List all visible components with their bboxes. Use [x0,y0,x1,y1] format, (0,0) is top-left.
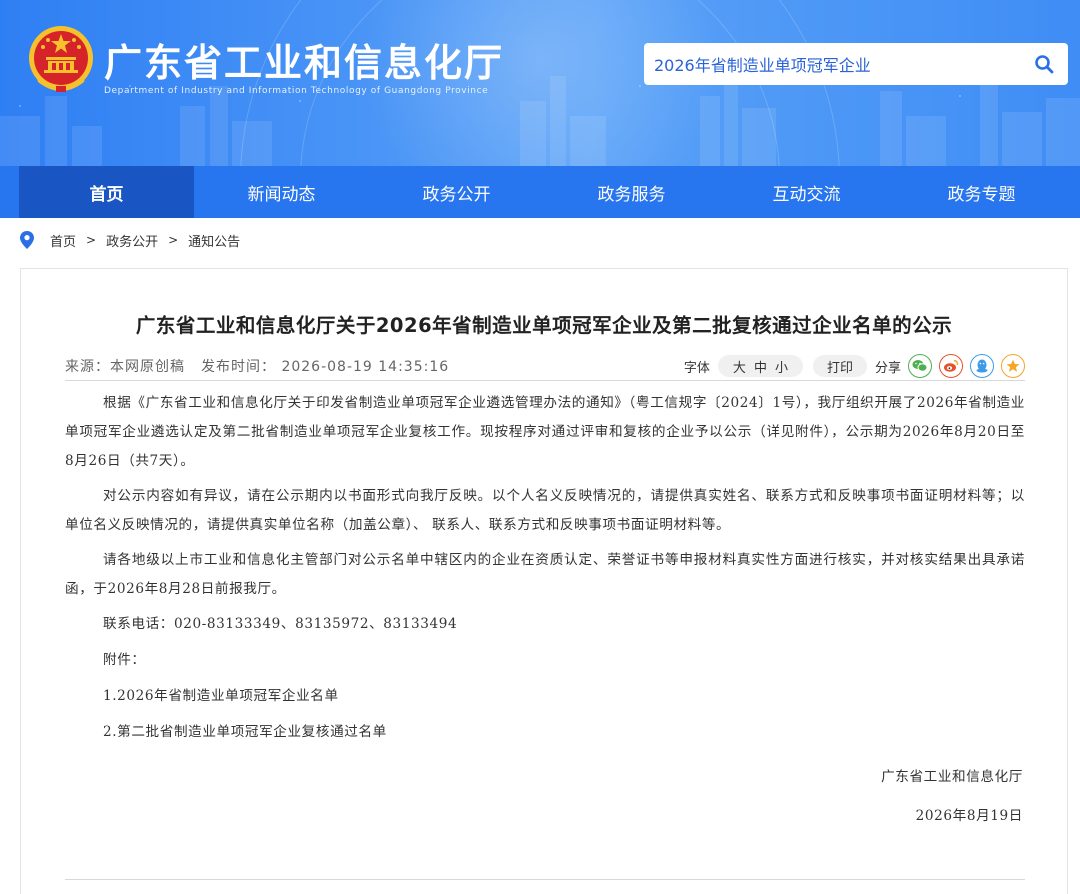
article-tools: 字体 大 中 小 打印 分享 [684,354,1025,378]
article-publish-time: 发布时间： 2026-08-19 14:35:16 [201,359,450,375]
article-body: 根据《广东省工业和信息化厅关于印发省制造业单项冠军企业遴选管理办法的通知》（粤工… [65,389,1025,754]
star-icon[interactable] [1001,354,1025,378]
search-icon[interactable] [1034,54,1054,74]
breadcrumb: 首页 > 政务公开 > 通知公告 [20,229,240,251]
wechat-icon[interactable] [908,354,932,378]
contact-phone: 联系电话：020-83133349、83135972、83133494 [103,616,458,632]
article-title: 广东省工业和信息化厅关于2026年省制造业单项冠军企业及第二批复核通过企业名单的… [135,314,953,337]
share-label: 分享 [874,360,901,376]
national-emblem-icon [29,26,93,92]
font-size-selector: 大 中 小 [717,355,803,377]
font-size-small[interactable]: 小 [775,357,788,376]
print-button[interactable]: 打印 [812,355,867,377]
breadcrumb-separator: > [86,233,97,247]
bottom-divider [65,879,1025,880]
site-subtitle: Department of Industry and Information T… [104,86,489,96]
article-source: 来源：本网原创稿 [65,359,185,375]
qq-icon[interactable] [970,354,994,378]
main-nav: 首页 新闻动态 政务公开 政务服务 互动交流 政务专题 [0,166,1080,218]
article-date: 2026年8月19日 [915,808,1023,824]
breadcrumb-notices[interactable]: 通知公告 [188,231,240,250]
breadcrumb-home[interactable]: 首页 [50,231,76,250]
nav-home[interactable]: 首页 [19,166,194,218]
article-meta: 来源：本网原创稿 发布时间： 2026-08-19 14:35:16 字体 大 … [65,352,1025,380]
attachment-link-2[interactable]: 2.第二批省制造业单项冠军企业复核通过名单 [65,718,1025,747]
nav-news[interactable]: 新闻动态 [194,166,369,218]
site-title[interactable]: 广东省工业和信息化厅 [104,32,504,87]
article-paragraph: 对公示内容如有异议，请在公示期内以书面形式向我厅反映。以个人名义反映情况的，请提… [65,488,1025,533]
weibo-icon[interactable] [939,354,963,378]
font-size-label: 字体 [683,360,710,376]
font-size-large[interactable]: 大 [733,357,746,376]
article-paragraph: 请各地级以上市工业和信息化主管部门对公示名单中辖区内的企业在资质认定、荣誉证书等… [65,552,1025,597]
breadcrumb-separator: > [168,233,179,247]
site-banner: 广东省工业和信息化厅 Department of Industry and In… [0,0,1080,166]
location-pin-icon [20,231,34,249]
attachments-label: 附件： [103,652,146,668]
article-paragraph: 根据《广东省工业和信息化厅关于印发省制造业单项冠军企业遴选管理办法的通知》（粤工… [65,395,1025,469]
search-box [644,43,1068,85]
nav-government-services[interactable]: 政务服务 [544,166,719,218]
search-input[interactable] [644,44,1024,84]
nav-interaction[interactable]: 互动交流 [719,166,894,218]
nav-special-topics[interactable]: 政务专题 [894,166,1069,218]
print-label: 打印 [826,360,853,376]
article-panel: 广东省工业和信息化厅关于2026年省制造业单项冠军企业及第二批复核通过企业名单的… [20,268,1068,894]
attachment-link-1[interactable]: 1.2026年省制造业单项冠军企业名单 [65,682,1025,711]
font-size-medium[interactable]: 中 [754,357,767,376]
breadcrumb-government-affairs[interactable]: 政务公开 [106,231,158,250]
article-signature: 广东省工业和信息化厅 [881,769,1023,785]
nav-government-affairs[interactable]: 政务公开 [369,166,544,218]
meta-divider [65,380,1025,381]
